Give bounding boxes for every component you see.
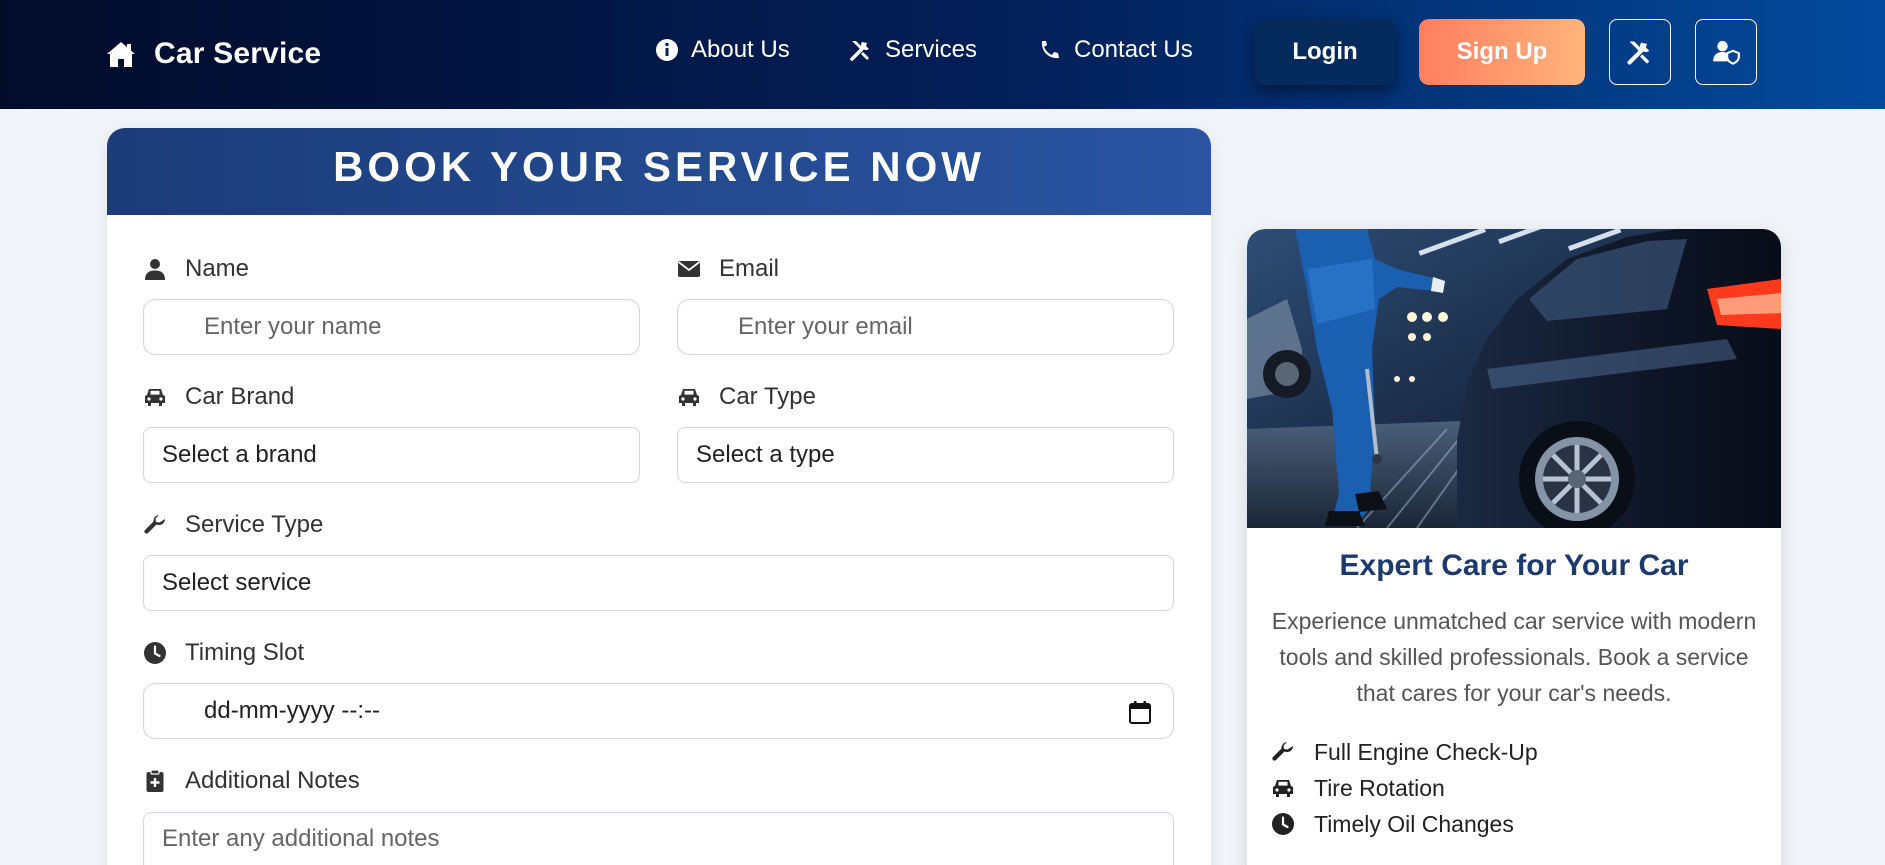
brand[interactable]: Car Service <box>106 34 321 74</box>
calendar-icon[interactable] <box>1129 700 1151 724</box>
user-icon <box>145 259 165 280</box>
info-card-description: Experience unmatched car service with mo… <box>1271 608 1757 706</box>
navbar: Car Service About Us Services Contact Us… <box>0 0 1885 109</box>
name-placeholder: Enter your name <box>204 313 382 340</box>
notes-label-text: Additional Notes <box>185 767 360 794</box>
service-type-select[interactable]: Select service <box>143 555 1174 611</box>
service-type-label: Service Type <box>143 510 323 540</box>
car-type-label: Car Type <box>677 382 816 412</box>
timing-slot-value: dd-mm-yyyy --:-- <box>204 697 380 724</box>
service-type-value: Select service <box>162 569 312 596</box>
admin-tools-button[interactable] <box>1609 19 1671 85</box>
nav-services[interactable]: Services <box>849 33 977 67</box>
booking-form-header: BOOK YOUR SERVICE NOW <box>107 128 1211 215</box>
tools-icon <box>850 41 869 61</box>
clock-icon <box>1272 813 1294 835</box>
nav-services-label: Services <box>885 36 978 63</box>
info-card: Expert Care for Your Car Experience unma… <box>1247 229 1781 865</box>
wrench-icon <box>144 515 166 534</box>
name-label: Name <box>143 254 249 284</box>
timing-slot-input[interactable]: dd-mm-yyyy --:-- <box>143 683 1174 739</box>
wrench-icon <box>1272 742 1294 761</box>
car-brand-label: Car Brand <box>143 382 294 412</box>
name-input[interactable]: Enter your name <box>143 299 640 355</box>
car-brand-label-text: Car Brand <box>185 383 295 410</box>
brand-name: Car Service <box>154 37 322 70</box>
info-card-title: Expert Care for Your Car <box>1339 549 1689 582</box>
email-label: Email <box>677 254 779 284</box>
car-brand-select[interactable]: Select a brand <box>143 427 640 483</box>
timing-slot-label: Timing Slot <box>143 638 304 668</box>
car-type-label-text: Car Type <box>719 383 816 410</box>
nav-contact-us[interactable]: Contact Us <box>1038 33 1193 67</box>
nav-about-us-label: About Us <box>691 36 790 63</box>
car-icon <box>145 389 165 406</box>
nav-about-us[interactable]: About Us <box>655 33 790 67</box>
user-shield-icon <box>1713 40 1740 65</box>
feature-item-oil: Timely Oil Changes <box>1271 809 1514 839</box>
feature-item-engine: Full Engine Check-Up <box>1271 737 1538 767</box>
timing-slot-label-text: Timing Slot <box>185 639 305 666</box>
clipboard-icon <box>146 769 164 792</box>
phone-icon <box>1041 41 1059 59</box>
notes-label: Additional Notes <box>143 766 360 796</box>
user-shield-button[interactable] <box>1695 19 1757 85</box>
nav-contact-us-label: Contact Us <box>1074 36 1193 63</box>
feature-label: Tire Rotation <box>1314 774 1445 801</box>
feature-item-tire: Tire Rotation <box>1271 773 1445 803</box>
notes-textarea[interactable]: Enter any additional notes <box>143 812 1174 865</box>
tools-icon <box>1627 41 1650 65</box>
service-type-label-text: Service Type <box>185 511 324 538</box>
booking-form-card: BOOK YOUR SERVICE NOW Name Enter your na… <box>107 128 1211 865</box>
email-placeholder: Enter your email <box>738 313 913 340</box>
car-type-select[interactable]: Select a type <box>677 427 1174 483</box>
signup-button[interactable]: Sign Up <box>1419 19 1585 85</box>
login-button[interactable]: Login <box>1255 19 1395 85</box>
clock-icon <box>144 642 166 664</box>
car-icon <box>679 389 699 406</box>
home-icon <box>107 42 135 67</box>
envelope-icon <box>677 261 701 277</box>
feature-label: Timely Oil Changes <box>1314 810 1514 837</box>
mechanic-car-image <box>1247 229 1781 528</box>
car-brand-value: Select a brand <box>162 441 317 468</box>
feature-label: Full Engine Check-Up <box>1314 738 1538 765</box>
car-icon <box>1273 780 1293 797</box>
notes-placeholder: Enter any additional notes <box>162 825 440 852</box>
email-input[interactable]: Enter your email <box>677 299 1174 355</box>
info-icon <box>656 39 678 61</box>
email-label-text: Email <box>719 255 780 282</box>
booking-form-title: BOOK YOUR SERVICE NOW <box>333 142 985 190</box>
name-label-text: Name <box>185 255 250 282</box>
car-type-value: Select a type <box>696 441 835 468</box>
